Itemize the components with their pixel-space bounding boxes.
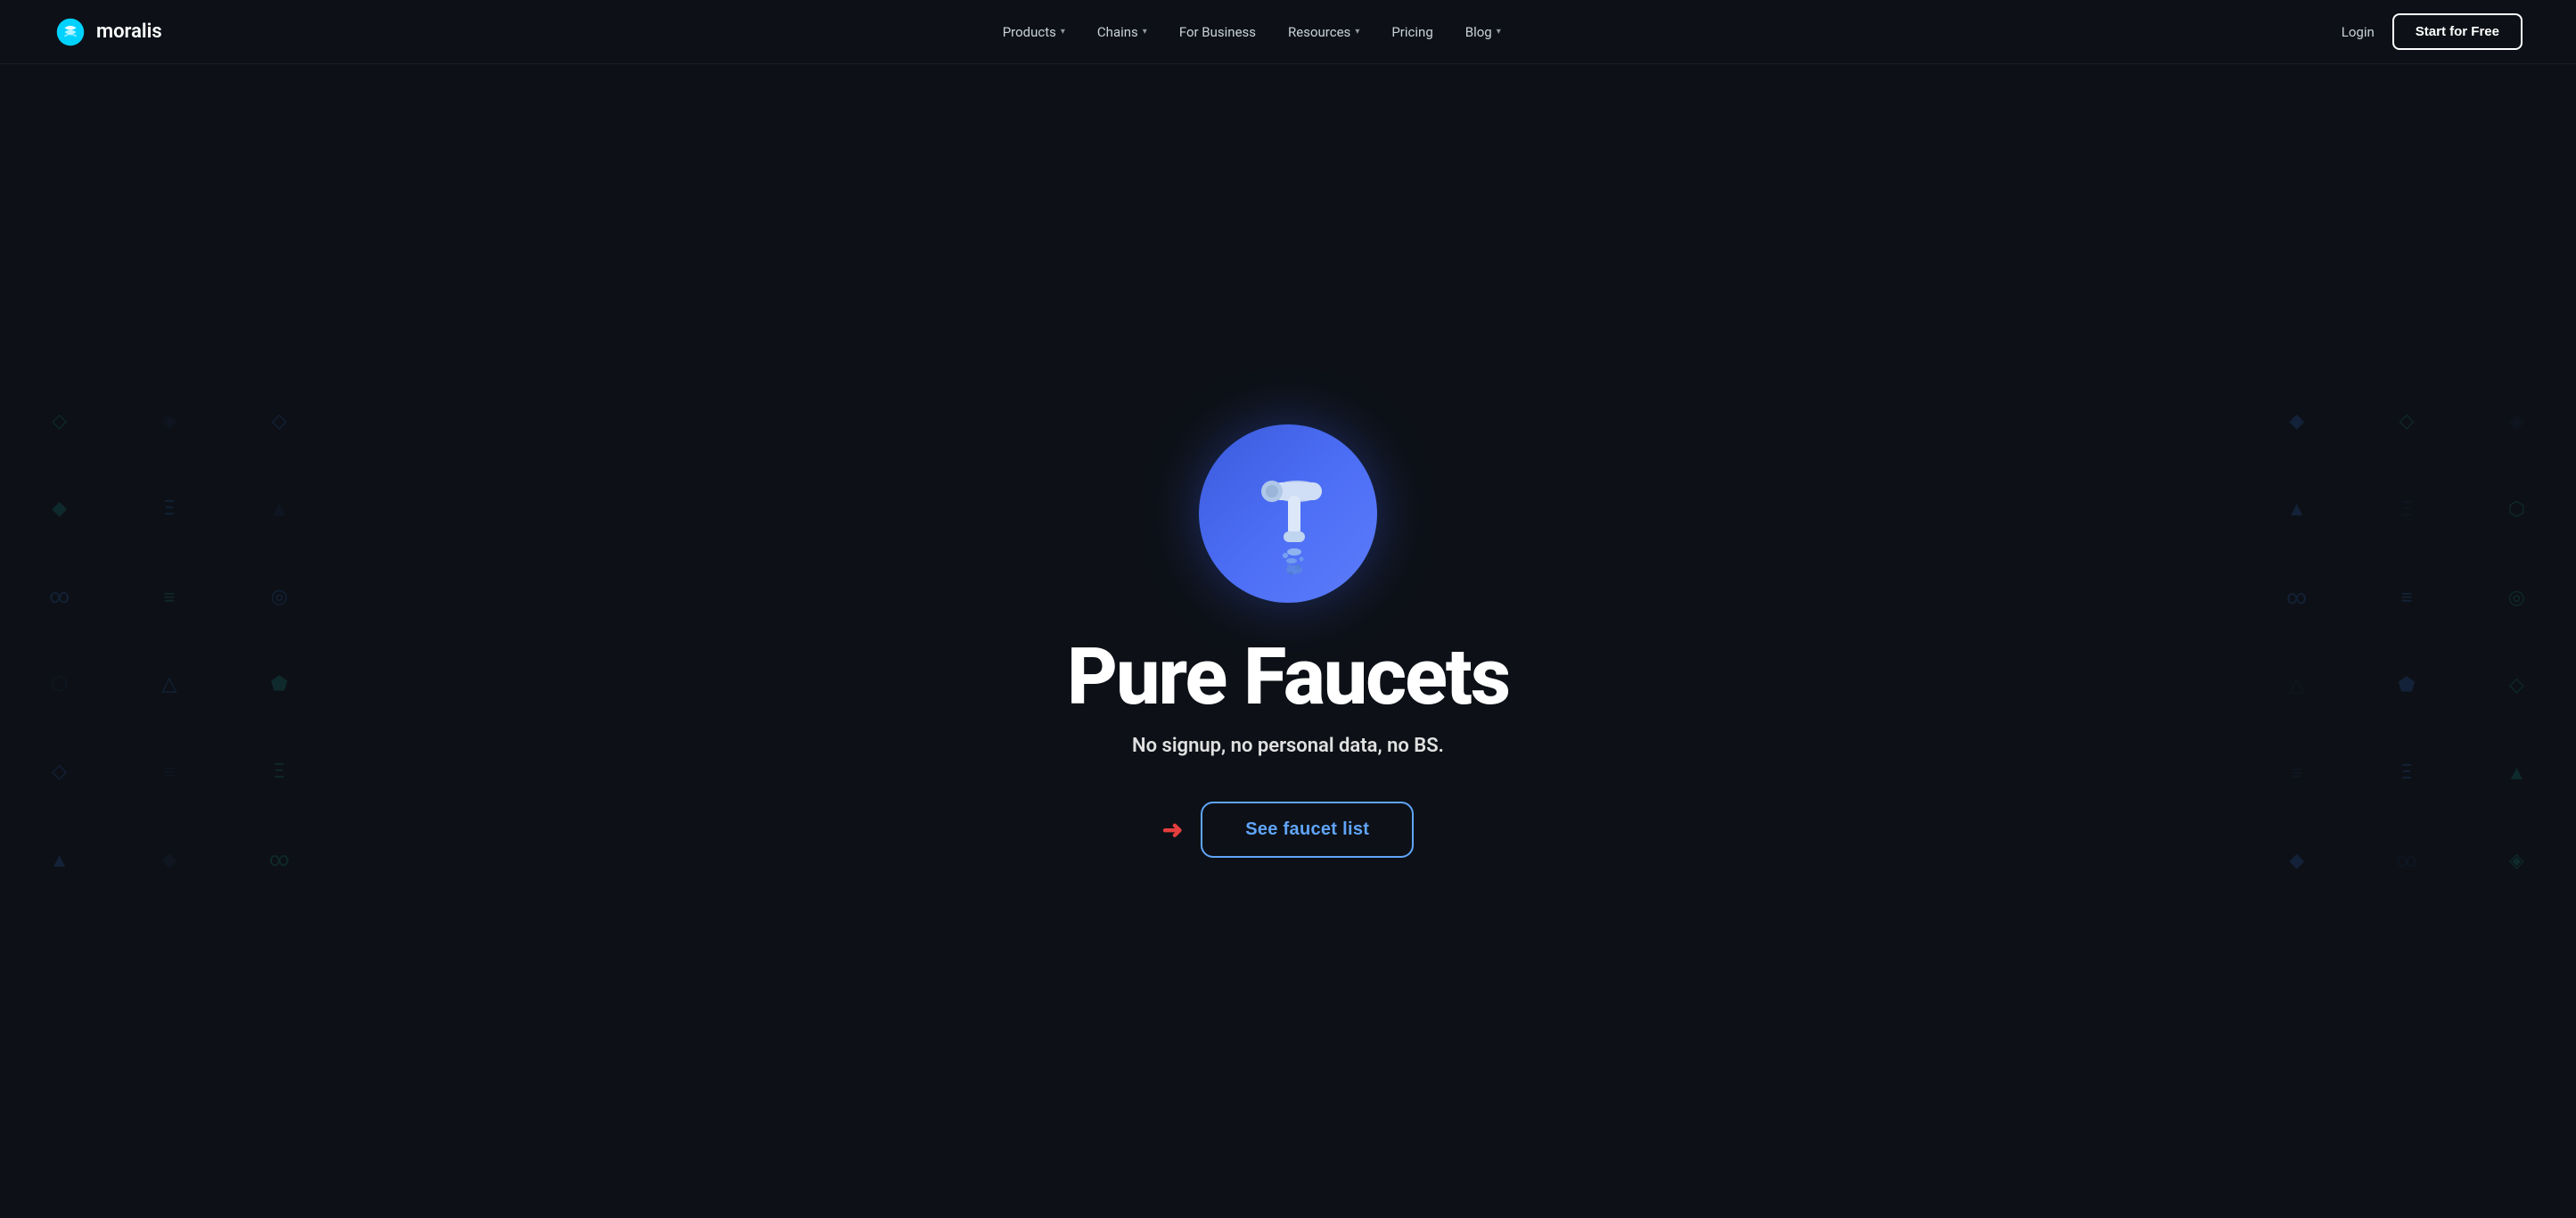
nav-links: Products ▾ Chains ▾ For Business Resourc… (990, 17, 1514, 47)
bg-icon: ◇ (2475, 654, 2558, 715)
bg-icon: ⬟ (238, 654, 321, 715)
bg-icon: ◇ (18, 391, 101, 452)
nav-item-blog[interactable]: Blog ▾ (1453, 17, 1514, 47)
bg-icon: ≡ (2365, 567, 2448, 629)
bg-icon: ⬟ (2365, 654, 2448, 715)
bg-icon: ◈ (2475, 830, 2558, 891)
bg-icon: ▲ (2255, 479, 2338, 540)
bg-icon: ▲ (238, 479, 321, 540)
moralis-logo-icon (53, 15, 87, 49)
nav-item-products[interactable]: Products ▾ (990, 17, 1078, 47)
bg-icon: ◆ (2255, 391, 2338, 452)
bg-icon: Ξ (127, 479, 210, 540)
bg-icon: ⬡ (18, 654, 101, 715)
bg-icon: ◆ (127, 829, 210, 891)
nav-link-products[interactable]: Products ▾ (990, 17, 1078, 47)
logo-text: moralis (96, 21, 162, 43)
hero-section: ◇ ◈ ◇ ◆ Ξ ▲ ∞ ≡ ◎ ⬡ △ ⬟ ◇ ≡ Ξ ▲ ◆ ∞ ◆ ◇ … (0, 64, 2576, 1218)
bg-icons-right: ◆ ◇ ◈ ▲ Ξ ⬡ ∞ ≡ ◎ △ ⬟ ◇ ≡ Ξ ▲ ◆ ∞ ◈ (2237, 374, 2576, 909)
login-link[interactable]: Login (2342, 24, 2375, 40)
bg-icon: ≡ (127, 742, 210, 803)
nav-actions: Login Start for Free (2342, 13, 2523, 50)
nav-item-pricing[interactable]: Pricing (1379, 17, 1445, 47)
bg-icon: ◈ (127, 391, 210, 452)
nav-item-chains[interactable]: Chains ▾ (1085, 17, 1160, 47)
nav-item-for-business[interactable]: For Business (1167, 17, 1268, 47)
bg-icon: △ (127, 654, 210, 715)
navbar: moralis Products ▾ Chains ▾ For Business… (0, 0, 2576, 64)
blog-chevron-icon: ▾ (1497, 27, 1501, 37)
faucet-svg (1221, 447, 1355, 580)
bg-icon: ◇ (2365, 391, 2448, 452)
cta-wrapper: ➜ See faucet list (1162, 802, 1414, 858)
bg-icon: ◇ (238, 391, 321, 452)
nav-link-blog[interactable]: Blog ▾ (1453, 17, 1514, 47)
nav-link-chains[interactable]: Chains ▾ (1085, 17, 1160, 47)
nav-item-resources[interactable]: Resources ▾ (1276, 17, 1372, 47)
bg-icon: ◎ (2475, 567, 2558, 629)
bg-icon: Ξ (2365, 479, 2448, 540)
bg-icon: ◈ (2475, 391, 2558, 452)
bg-icon: ⬡ (2475, 479, 2558, 540)
bg-icon: ▲ (18, 829, 101, 891)
chains-chevron-icon: ▾ (1143, 27, 1147, 37)
hero-subtitle: No signup, no personal data, no BS. (1132, 735, 1444, 757)
logo-link[interactable]: moralis (53, 15, 162, 49)
bg-icon: ◆ (2255, 830, 2338, 891)
bg-icon: ≡ (2255, 742, 2338, 803)
resources-chevron-icon: ▾ (1355, 27, 1359, 37)
products-chevron-icon: ▾ (1061, 27, 1065, 37)
bg-icon: △ (2255, 654, 2338, 715)
bg-icon: ◇ (18, 742, 101, 803)
bg-icon: ≡ (127, 566, 210, 628)
bg-icon: Ξ (238, 742, 321, 803)
bg-icon: Ξ (2365, 742, 2448, 803)
bg-icon: ∞ (2255, 567, 2338, 629)
bg-icon: ∞ (238, 829, 321, 891)
arrow-icon: ➜ (1162, 815, 1183, 844)
hero-title: Pure Faucets (1067, 638, 1509, 717)
bg-icon: ∞ (2365, 830, 2448, 891)
bg-icon: ◆ (18, 479, 101, 540)
nav-link-resources[interactable]: Resources ▾ (1276, 17, 1372, 47)
bg-icon: ◎ (238, 566, 321, 628)
start-for-free-button[interactable]: Start for Free (2392, 13, 2523, 50)
bg-icon: ▲ (2475, 742, 2558, 803)
see-faucet-list-button[interactable]: See faucet list (1201, 802, 1414, 858)
bg-icons-left: ◇ ◈ ◇ ◆ Ξ ▲ ∞ ≡ ◎ ⬡ △ ⬟ ◇ ≡ Ξ ▲ ◆ ∞ (0, 374, 339, 909)
bg-icon: ∞ (18, 566, 101, 628)
nav-link-pricing[interactable]: Pricing (1379, 17, 1445, 47)
faucet-illustration (1199, 424, 1377, 603)
nav-link-for-business[interactable]: For Business (1167, 17, 1268, 47)
